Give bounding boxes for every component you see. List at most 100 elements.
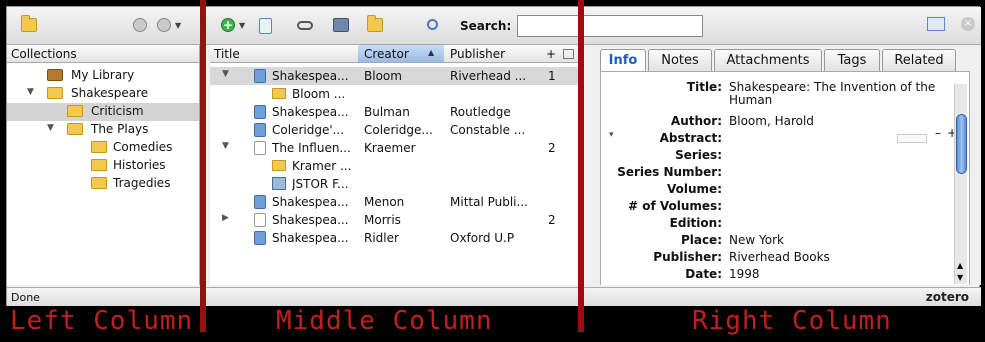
collection-tragedies[interactable]: Tragedies — [7, 175, 199, 193]
close-icon[interactable]: × — [961, 17, 975, 31]
remove-author-button[interactable]: – — [935, 126, 941, 140]
twisty-open-icon[interactable]: ▼ — [47, 123, 54, 133]
table-row[interactable]: Shakespea... Menon Mittal Publi... — [210, 193, 582, 211]
twisty-open-icon[interactable]: ▼ — [222, 141, 229, 151]
cell-title: Shakespea... — [272, 105, 349, 119]
folder-icon — [91, 141, 107, 153]
field-value[interactable]: Shakespeare: The Invention of the — [729, 80, 935, 94]
folder-icon — [67, 105, 83, 117]
collections-header-label: Collections — [11, 47, 77, 61]
folder-icon — [47, 87, 63, 99]
field-value-continued[interactable]: Human — [729, 93, 772, 107]
scroll-down-icon[interactable]: ▼ — [957, 273, 963, 282]
cell-title: Bloom ... — [292, 87, 346, 101]
items-list: ▼ Shakespea... Bloom Riverhead ... 1 Bloom ..… — [210, 63, 582, 285]
tab-tags[interactable]: Tags — [824, 49, 880, 71]
tab-info[interactable]: Info — [600, 49, 646, 71]
twisty-open-icon[interactable]: ▼ — [27, 87, 34, 97]
column-picker-icon[interactable] — [563, 49, 574, 59]
cell-publisher: Riverhead ... — [450, 69, 527, 83]
cell-creator: Ridler — [364, 231, 399, 245]
cell-creator: Bloom — [364, 69, 402, 83]
table-row[interactable]: ▼ Shakespea... Bloom Riverhead ... 1 — [210, 67, 582, 85]
folder-icon — [91, 177, 107, 189]
left-column-divider — [200, 0, 206, 332]
note-icon — [272, 88, 286, 99]
field-label: Series: — [675, 148, 722, 162]
link-icon[interactable] — [297, 21, 313, 30]
gear-icon[interactable] — [157, 18, 171, 32]
field-label: Series Number: — [617, 165, 722, 179]
collection-the-plays[interactable]: ▼ The Plays — [7, 121, 199, 139]
table-row[interactable]: Coleridge'... Coleridge... Constable ... — [210, 121, 582, 139]
fullscreen-icon[interactable] — [927, 17, 945, 31]
collections-header: Collections — [7, 45, 199, 63]
new-note-icon[interactable] — [367, 15, 383, 32]
table-row[interactable]: Shakespea... Bulman Routledge — [210, 103, 582, 121]
field-value[interactable]: Riverhead Books — [729, 250, 830, 264]
status-text: Done — [11, 291, 40, 304]
tab-attachments[interactable]: Attachments — [714, 49, 822, 71]
collection-label: The Plays — [91, 122, 149, 136]
column-plus-header[interactable]: + — [546, 47, 556, 61]
field-value[interactable]: New York — [729, 233, 784, 247]
collection-my-library[interactable]: My Library — [7, 67, 199, 85]
collection-shakespeare[interactable]: ▼ Shakespeare — [7, 85, 199, 103]
folder-icon — [67, 123, 83, 135]
search-icon[interactable] — [427, 19, 438, 30]
cell-title: Shakespea... — [272, 69, 349, 83]
collection-criticism[interactable]: Criticism — [7, 103, 199, 121]
author-collapse-icon[interactable]: ▾ — [609, 130, 614, 140]
collection-label: Histories — [113, 158, 166, 172]
book-icon — [254, 105, 266, 119]
collection-histories[interactable]: Histories — [7, 157, 199, 175]
field-label: Author: — [670, 114, 722, 128]
chevron-down-icon[interactable]: ▼ — [175, 21, 181, 30]
cell-child-count: 1 — [548, 69, 556, 83]
cell-creator: Menon — [364, 195, 405, 209]
table-row[interactable]: Kramer ... — [210, 157, 582, 175]
twisty-open-icon[interactable]: ▼ — [222, 69, 229, 79]
column-publisher-header[interactable]: Publisher — [450, 47, 505, 61]
new-collection-icon[interactable] — [21, 15, 37, 32]
scroll-up-icon[interactable]: ▲ — [957, 261, 963, 270]
book-icon — [254, 123, 266, 137]
table-row[interactable]: ▶ Shakespea... Morris 2 — [210, 211, 582, 229]
scrollbar-thumb[interactable] — [956, 114, 967, 174]
author-mode-toggle[interactable] — [897, 134, 927, 143]
table-row[interactable]: ▼ The Influen... Kraemer 2 — [210, 139, 582, 157]
cell-title: Shakespea... — [272, 231, 349, 245]
twisty-closed-icon[interactable]: ▶ — [222, 213, 229, 223]
attachment-icon — [272, 177, 286, 190]
column-creator-header[interactable]: Creator ▲ — [358, 45, 444, 62]
zotero-window: ▼ + ▼ Search: × Collections My Library ▼… — [6, 6, 981, 306]
collection-comedies[interactable]: Comedies — [7, 139, 199, 157]
tab-notes[interactable]: Notes — [648, 49, 712, 71]
add-item-by-identifier-icon[interactable] — [259, 18, 272, 34]
cell-publisher: Oxford U.P — [450, 231, 515, 245]
cell-publisher: Mittal Publi... — [450, 195, 528, 209]
snapshot-icon[interactable] — [333, 18, 349, 32]
info-scrollbar[interactable]: ▲ ▼ — [954, 84, 967, 284]
field-label: Publisher: — [653, 250, 722, 264]
toolbar: ▼ + ▼ Search: × — [7, 7, 981, 45]
column-title-header[interactable]: Title — [214, 47, 240, 61]
new-item-icon[interactable]: + — [221, 18, 235, 32]
sync-icon[interactable] — [133, 18, 147, 32]
sort-ascending-icon: ▲ — [428, 48, 435, 57]
table-row[interactable]: Bloom ... — [210, 85, 582, 103]
field-value[interactable]: Bloom, Harold — [729, 114, 814, 128]
field-label: Place: — [680, 233, 722, 247]
collection-label: Tragedies — [113, 176, 171, 190]
library-icon — [47, 69, 63, 81]
cell-title: JSTOR F... — [292, 177, 349, 191]
table-row[interactable]: JSTOR F... — [210, 175, 582, 193]
note-icon — [272, 160, 286, 171]
field-value[interactable]: 1998 — [729, 267, 760, 281]
table-row[interactable]: Shakespea... Ridler Oxford U.P — [210, 229, 582, 247]
cell-child-count: 2 — [548, 213, 556, 227]
tab-related[interactable]: Related — [882, 49, 956, 71]
search-input[interactable] — [517, 15, 703, 37]
cell-creator: Morris — [364, 213, 401, 227]
chevron-down-icon[interactable]: ▼ — [239, 21, 245, 30]
